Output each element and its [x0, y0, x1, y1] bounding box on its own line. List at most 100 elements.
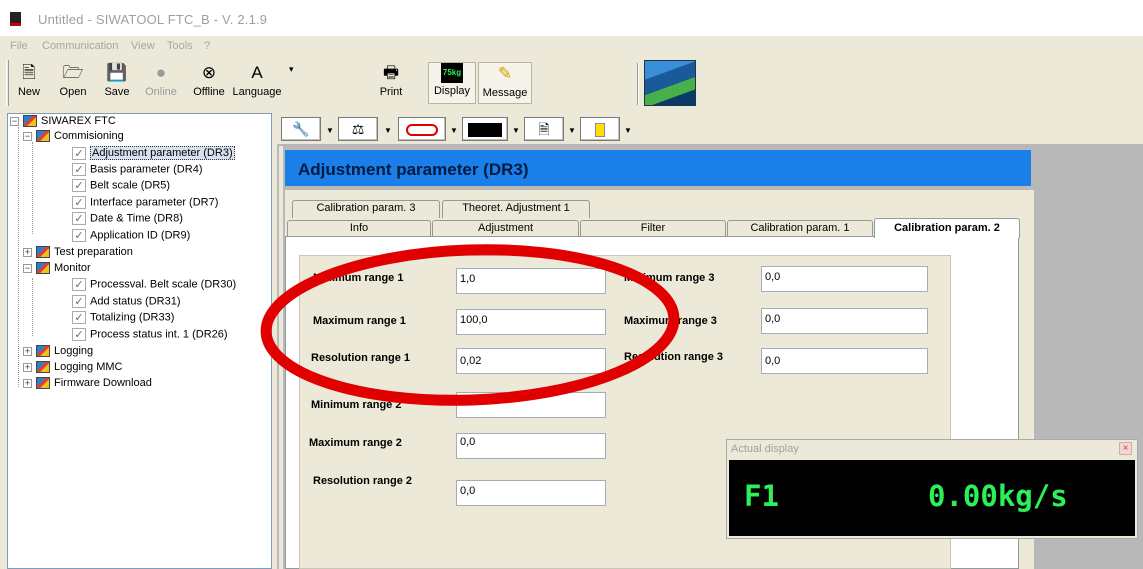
tree-item-basis-parameter[interactable]: ✓ Basis parameter (DR4) — [72, 163, 202, 177]
lcd-button[interactable] — [462, 117, 508, 141]
tree-node-commissioning[interactable]: − Commisioning — [23, 130, 124, 144]
tree-item-adjustment-parameter[interactable]: ✓ Adjustment parameter (DR3) — [72, 146, 235, 161]
online-button[interactable]: ● Online — [142, 62, 180, 104]
tree-label: Processval. Belt scale (DR30) — [90, 278, 237, 291]
lcd-channel: F1 — [744, 479, 779, 513]
menu-communication[interactable]: Communication — [42, 40, 118, 52]
tree-item-process-status[interactable]: ✓ Process status int. 1 (DR26) — [72, 328, 228, 342]
toolbar-grip[interactable] — [6, 60, 9, 106]
tree-label: Basis parameter (DR4) — [90, 163, 203, 176]
scale-dropdown-arrow[interactable]: ▼ — [384, 126, 392, 135]
maximum-range-2-label: Maximum range 2 — [309, 437, 402, 449]
tree-label: Process status int. 1 (DR26) — [90, 328, 228, 341]
menu-view[interactable]: View — [131, 40, 155, 52]
tree-item-totalizing[interactable]: ✓ Totalizing (DR33) — [72, 311, 174, 325]
belt-button[interactable] — [398, 117, 446, 141]
window-title: Untitled - SIWATOOL FTC_B - V. 2.1.9 — [38, 12, 268, 27]
maximum-range-1-input[interactable]: 100,0 — [456, 309, 606, 335]
tree-item-belt-scale[interactable]: ✓ Belt scale (DR5) — [72, 179, 170, 193]
minimum-range-1-input[interactable]: 1,0 — [456, 268, 606, 294]
menu-file[interactable]: File — [10, 40, 28, 52]
tab-calibration-param-2[interactable]: Calibration param. 2 — [874, 218, 1020, 238]
resolution-range-3-input[interactable]: 0,0 — [761, 348, 928, 374]
tree-item-application-id[interactable]: ✓ Application ID (DR9) — [72, 229, 190, 243]
language-button[interactable]: A Language — [230, 62, 284, 104]
app-icon — [10, 12, 21, 26]
tools-dropdown-arrow[interactable]: ▼ — [326, 126, 334, 135]
menu-tools[interactable]: Tools — [167, 40, 193, 52]
display-button[interactable]: 75kg Display — [428, 62, 476, 104]
save-disk-icon: 💾 — [106, 63, 128, 82]
collapse-icon[interactable]: − — [23, 263, 32, 273]
document-dropdown-arrow[interactable]: ▼ — [568, 126, 576, 135]
tree-item-date-time[interactable]: ✓ Date & Time (DR8) — [72, 212, 183, 226]
offline-button[interactable]: ⊗ Offline — [188, 62, 230, 104]
tab-calibration-param-3[interactable]: Calibration param. 3 — [292, 200, 440, 218]
tree-item-add-status[interactable]: ✓ Add status (DR31) — [72, 295, 180, 309]
expand-icon[interactable]: + — [23, 362, 32, 372]
expand-icon[interactable]: + — [23, 247, 32, 257]
print-label: Print — [379, 86, 403, 98]
tree-node-firmware-download[interactable]: + Firmware Download — [23, 377, 152, 391]
print-button[interactable]: 🖶 Print — [374, 62, 408, 104]
display-scale-icon: 75kg — [441, 63, 463, 83]
maximum-range-3-input[interactable]: 0,0 — [761, 308, 928, 334]
note-dropdown-arrow[interactable]: ▼ — [624, 126, 632, 135]
siemens-network-icon[interactable] — [644, 60, 696, 106]
resolution-range-2-input[interactable]: 0,0 — [456, 480, 606, 506]
close-icon[interactable]: × — [1119, 442, 1132, 455]
tree-label: Interface parameter (DR7) — [90, 196, 219, 209]
tree-label: Firmware Download — [54, 377, 152, 389]
tree-label: Date & Time (DR8) — [90, 212, 183, 225]
minimum-range-2-label: Minimum range 2 — [311, 399, 402, 411]
note-button[interactable] — [580, 117, 620, 141]
document-button[interactable]: 🗎 — [524, 117, 564, 141]
folder-blocks-icon — [36, 345, 50, 358]
tree-label: Logging MMC — [54, 361, 123, 373]
checkmark-icon: ✓ — [72, 147, 86, 160]
expand-icon[interactable]: + — [23, 346, 32, 356]
tab-label: Calibration param. 3 — [316, 202, 416, 214]
tree-item-interface-parameter[interactable]: ✓ Interface parameter (DR7) — [72, 196, 218, 210]
tree-node-logging[interactable]: + Logging — [23, 345, 93, 359]
online-label: Online — [145, 86, 177, 98]
language-dropdown-arrow[interactable]: ▾ — [289, 64, 294, 75]
checkmark-icon: ✓ — [72, 163, 86, 176]
save-button[interactable]: 💾 Save — [100, 62, 134, 104]
tree-node-logging-mmc[interactable]: + Logging MMC — [23, 361, 122, 375]
maximum-range-2-input[interactable]: 0,0 — [456, 433, 606, 459]
lcd-dropdown-arrow[interactable]: ▼ — [512, 126, 520, 135]
tab-theoret-adjustment-1[interactable]: Theoret. Adjustment 1 — [442, 200, 590, 218]
tree-item-processval-belt-scale[interactable]: ✓ Processval. Belt scale (DR30) — [72, 278, 236, 292]
belt-dropdown-arrow[interactable]: ▼ — [450, 126, 458, 135]
tree-root[interactable]: − SIWAREX FTC — [10, 115, 116, 129]
resolution-range-1-input[interactable]: 0,02 — [456, 348, 606, 374]
note-icon — [595, 123, 605, 138]
folder-blocks-icon — [36, 262, 50, 275]
printer-icon: 🖶 — [382, 63, 400, 82]
tools-button[interactable]: 🔧 — [281, 117, 321, 141]
scale-button[interactable]: ⚖ — [338, 117, 378, 141]
message-button[interactable]: ✎ Message — [478, 62, 532, 104]
balance-scale-icon: ⚖ — [351, 121, 365, 137]
open-button[interactable]: 🗁 Open — [56, 62, 90, 104]
open-label: Open — [59, 86, 87, 98]
checkmark-icon: ✓ — [72, 196, 86, 209]
menu-help[interactable]: ? — [204, 40, 210, 52]
tree-node-monitor[interactable]: − Monitor — [23, 262, 91, 276]
language-icon: A — [251, 63, 263, 82]
new-button[interactable]: 🗎 New — [14, 62, 44, 104]
siwarex-device-icon — [23, 115, 37, 128]
minimum-range-2-input[interactable]: 0,0 — [456, 392, 606, 418]
display-label: Display — [433, 85, 471, 97]
tree-guide-line — [32, 278, 33, 336]
minimum-range-3-input[interactable]: 0,0 — [761, 266, 928, 292]
main-left-border — [279, 146, 283, 569]
tab-label: Calibration param. 2 — [894, 222, 1000, 234]
tab-label: Theoret. Adjustment 1 — [462, 202, 570, 214]
collapse-icon[interactable]: − — [23, 131, 32, 141]
collapse-icon[interactable]: − — [10, 116, 19, 126]
expand-icon[interactable]: + — [23, 378, 32, 388]
online-icon: ● — [155, 63, 167, 82]
tree-node-test-preparation[interactable]: + Test preparation — [23, 246, 133, 260]
